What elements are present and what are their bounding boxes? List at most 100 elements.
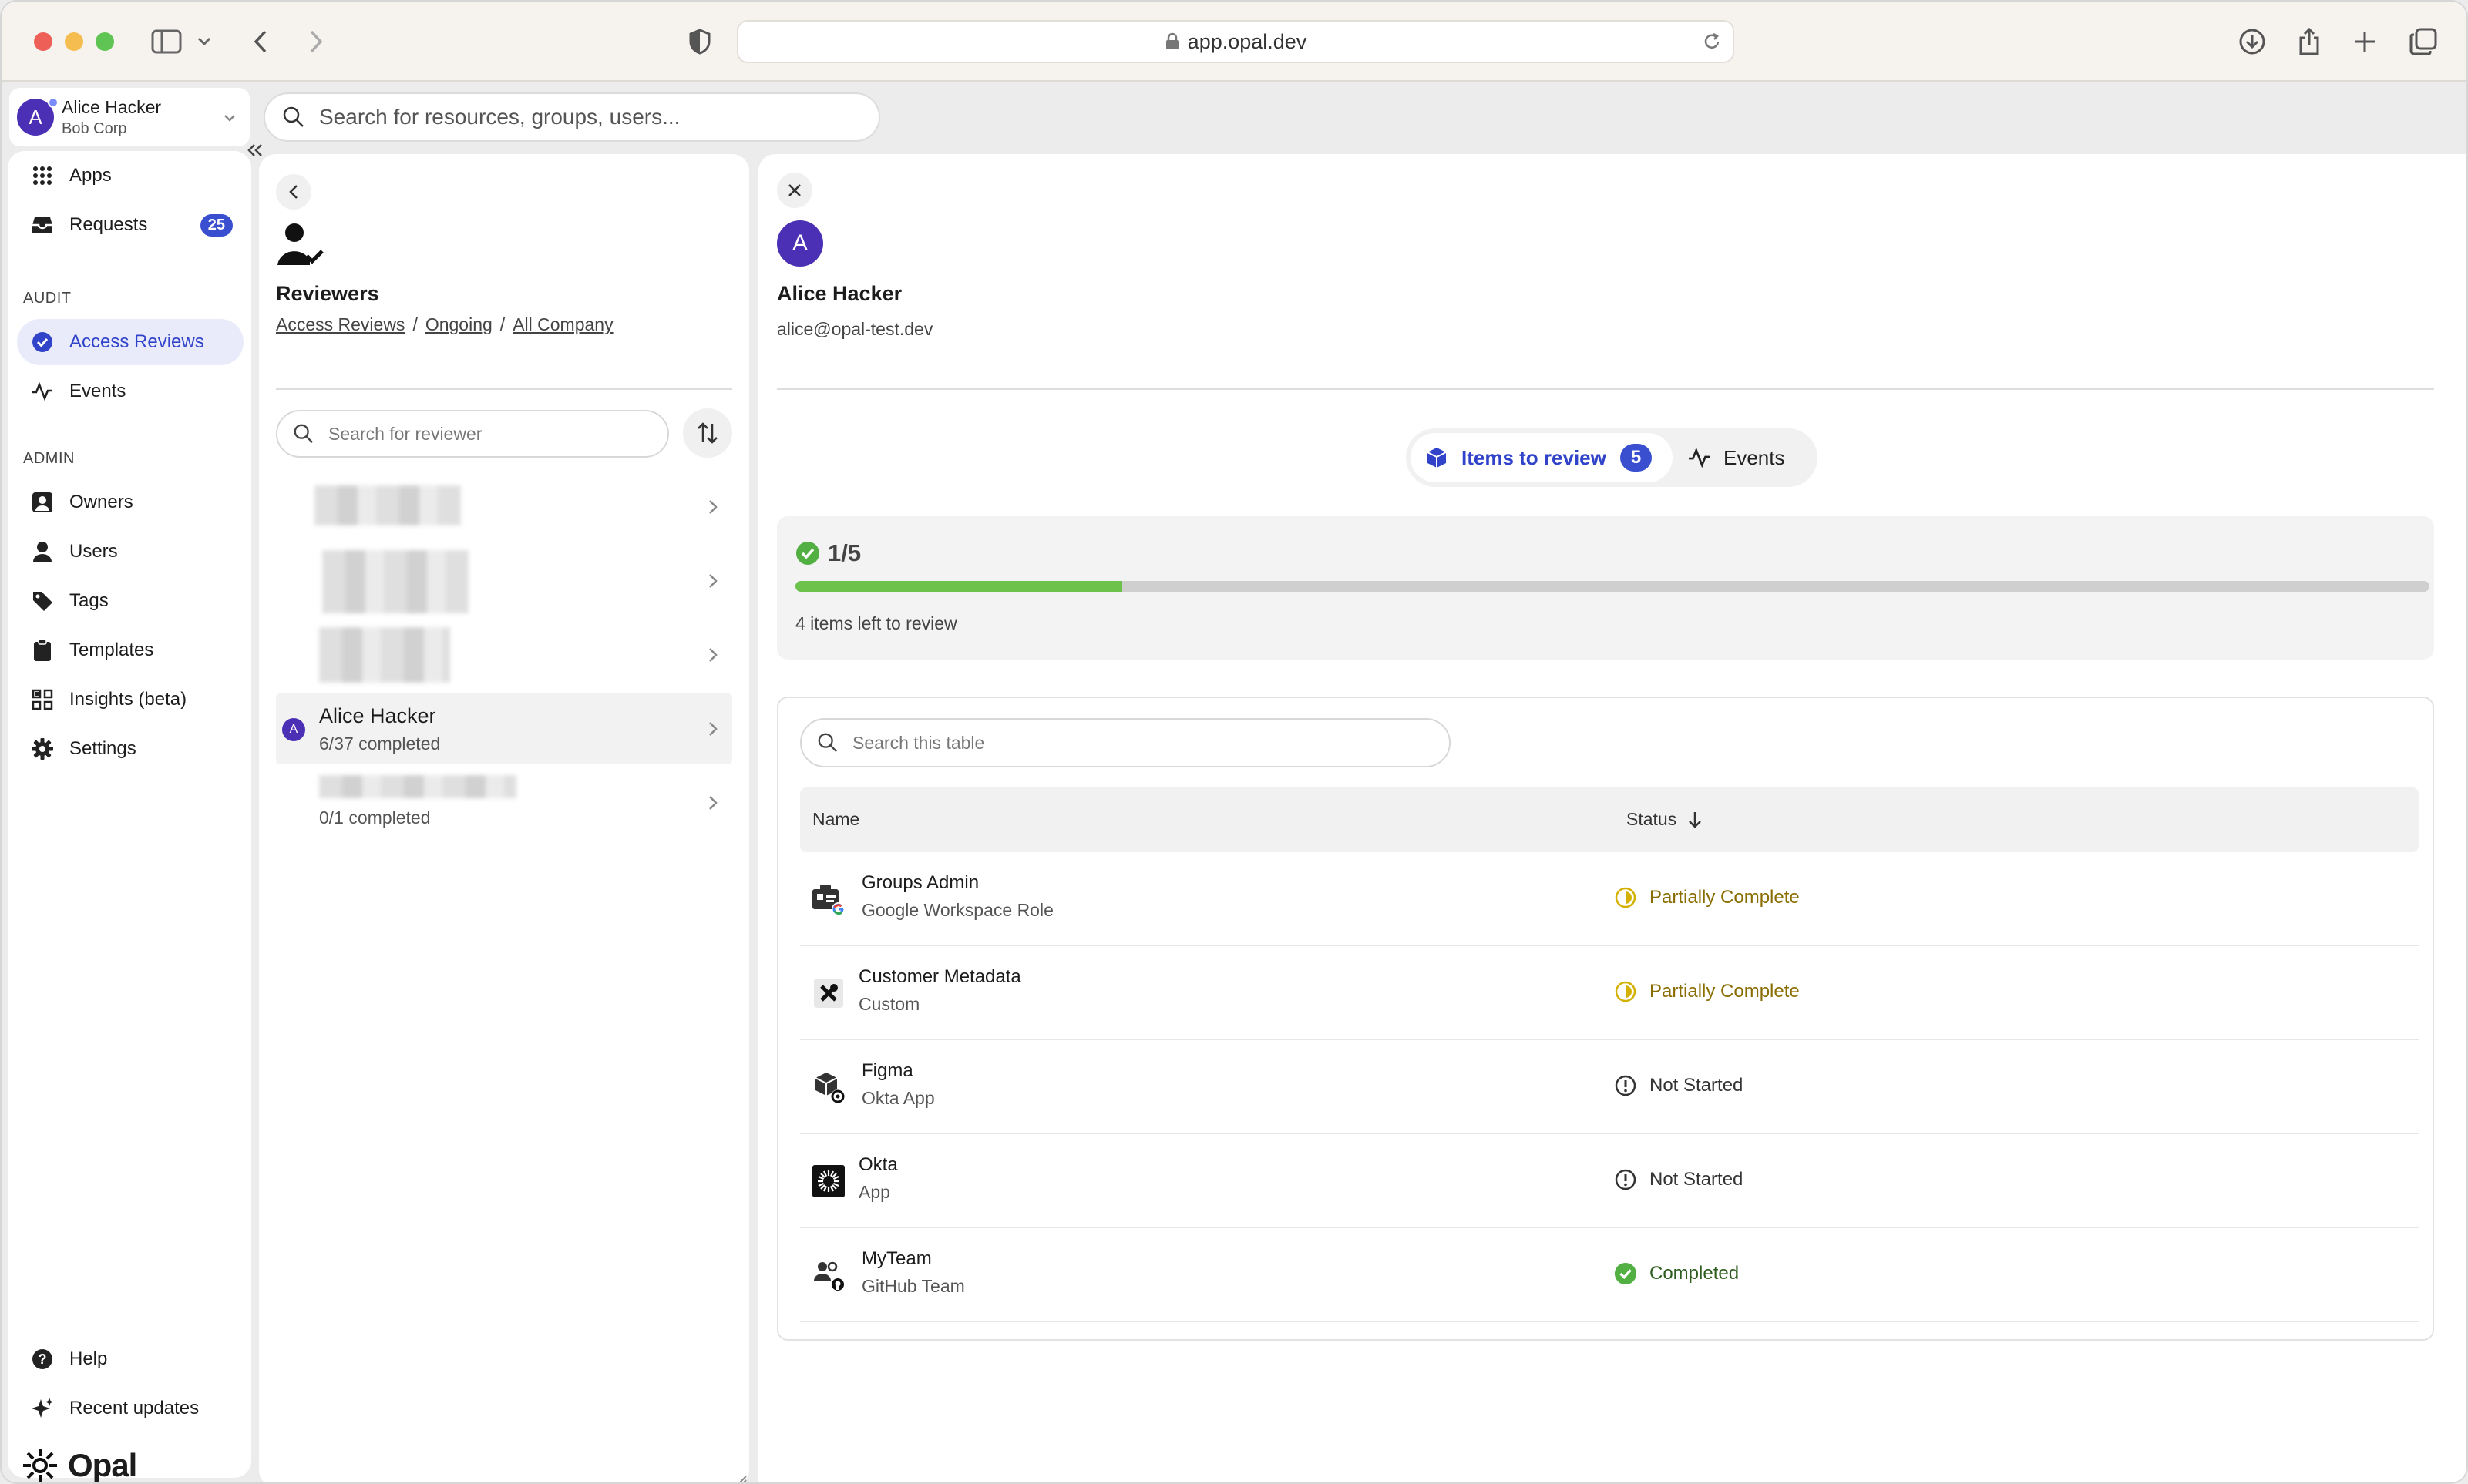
sidebar-item-label: Settings <box>69 738 136 759</box>
sidebar-item-label: Tags <box>69 590 109 611</box>
shield-icon[interactable] <box>683 25 717 59</box>
chevron-down-icon <box>224 115 235 122</box>
sort-down-icon <box>1689 811 1702 828</box>
check-circle-icon <box>796 542 819 565</box>
list-item[interactable] <box>276 472 732 542</box>
table-row[interactable]: MyTeam GitHub Team Completed <box>800 1228 2419 1322</box>
status-badge: Not Started <box>1614 1168 1743 1191</box>
status-dot <box>48 97 59 108</box>
activity-icon <box>29 378 55 405</box>
breadcrumb: Access Reviews / Ongoing / All Company <box>276 314 614 335</box>
reviewer-progress: 0/1 completed <box>319 807 431 828</box>
sidebar-item-help[interactable]: ? Help <box>17 1336 244 1382</box>
sidebar-item-events[interactable]: Events <box>17 368 244 415</box>
column-header-name[interactable]: Name <box>812 809 859 830</box>
resize-handle-icon[interactable] <box>735 1473 748 1484</box>
back-button[interactable] <box>276 174 311 210</box>
close-window-button[interactable] <box>34 32 52 51</box>
close-button[interactable] <box>777 173 812 208</box>
reviewer-search-input[interactable]: Search for reviewer <box>276 410 669 458</box>
table-row[interactable]: Customer Metadata Custom Partially Compl… <box>800 946 2419 1040</box>
sidebar-toggle-icon[interactable] <box>150 25 183 59</box>
progress-bar <box>795 581 2429 592</box>
table-row[interactable]: Groups Admin Google Workspace Role Parti… <box>800 852 2419 946</box>
status-label: Completed <box>1649 1263 1740 1284</box>
reload-icon[interactable] <box>1702 32 1722 52</box>
gear-icon <box>29 736 55 762</box>
breadcrumb-all-company[interactable]: All Company <box>513 314 613 335</box>
audit-section-header: AUDIT <box>23 290 72 307</box>
chevron-right-icon <box>709 500 718 514</box>
sidebar-item-users[interactable]: Users <box>17 529 244 575</box>
okta-icon <box>812 1165 845 1197</box>
sidebar-item-settings[interactable]: Settings <box>17 726 244 772</box>
minimize-window-button[interactable] <box>65 32 83 51</box>
tag-icon <box>29 588 55 614</box>
status-badge: Partially Complete <box>1614 886 1800 909</box>
requests-count-badge: 25 <box>200 213 233 237</box>
sidebar-item-templates[interactable]: Templates <box>17 627 244 673</box>
divider <box>777 388 2434 390</box>
item-type: GitHub Team <box>862 1276 965 1296</box>
column-header-status[interactable]: Status <box>1626 809 1703 830</box>
reviewer-progress: 6/37 completed <box>319 734 441 754</box>
github-team-icon <box>814 1261 845 1291</box>
share-icon[interactable] <box>2292 25 2326 59</box>
new-tab-icon[interactable] <box>2348 25 2382 59</box>
chevron-down-icon[interactable] <box>193 25 216 59</box>
forward-icon[interactable] <box>299 25 333 59</box>
sidebar-item-recent-updates[interactable]: Recent updates <box>17 1385 244 1432</box>
tab-items-to-review[interactable]: Items to review 5 <box>1411 433 1673 482</box>
column-header-status-label: Status <box>1626 809 1677 829</box>
cube-icon <box>1427 448 1447 468</box>
address-bar[interactable]: app.opal.dev <box>737 20 1734 63</box>
status-label: Not Started <box>1649 1169 1743 1190</box>
tab-bar: Items to review 5 Events <box>1406 428 1817 487</box>
download-icon[interactable] <box>2235 25 2269 59</box>
back-icon[interactable] <box>244 25 277 59</box>
list-item[interactable] <box>276 619 732 690</box>
sidebar-item-label: Templates <box>69 640 154 660</box>
table-row[interactable]: Okta App Not Started <box>800 1134 2419 1228</box>
tab-events[interactable]: Events <box>1688 433 1785 482</box>
breadcrumb-access-reviews[interactable]: Access Reviews <box>276 314 405 335</box>
zoom-window-button[interactable] <box>96 32 114 51</box>
alert-circle-icon <box>1615 1075 1636 1096</box>
sidebar-item-label: Help <box>69 1348 108 1369</box>
search-icon <box>818 733 838 753</box>
opal-logo[interactable]: Opal <box>20 1445 137 1483</box>
sidebar-item-requests[interactable]: Requests 25 <box>17 202 244 248</box>
inbox-icon <box>29 212 55 238</box>
avatar: A <box>777 220 823 267</box>
url-text: app.opal.dev <box>1187 29 1307 53</box>
sidebar-item-owners[interactable]: Owners <box>17 479 244 525</box>
sidebar-item-insights[interactable]: Insights (beta) <box>17 677 244 723</box>
status-label: Partially Complete <box>1649 887 1800 908</box>
list-item[interactable]: 0/1 completed <box>276 767 732 838</box>
svg-text:?: ? <box>39 1351 47 1367</box>
account-switcher[interactable]: A Alice Hacker Bob Corp <box>9 88 250 146</box>
sort-button[interactable] <box>683 408 732 458</box>
item-type: Okta App <box>862 1088 935 1108</box>
sidebar-item-access-reviews[interactable]: Access Reviews <box>17 319 244 365</box>
sidebar-item-apps[interactable]: Apps <box>17 153 244 199</box>
sidebar-item-label: Insights (beta) <box>69 689 187 710</box>
opal-logo-text: Opal <box>68 1447 137 1483</box>
list-item-selected[interactable]: A Alice Hacker 6/37 completed <box>276 693 732 764</box>
table-search-input[interactable]: Search this table <box>800 718 1451 767</box>
breadcrumb-ongoing[interactable]: Ongoing <box>425 314 493 335</box>
item-name: MyTeam <box>862 1248 932 1269</box>
tab-overview-icon[interactable] <box>2406 25 2440 59</box>
item-type: App <box>859 1182 890 1202</box>
list-item[interactable] <box>276 546 732 616</box>
global-search-input[interactable]: Search for resources, groups, users... <box>264 92 880 142</box>
sidebar-item-tags[interactable]: Tags <box>17 578 244 624</box>
progress-note: 4 items left to review <box>795 613 957 633</box>
sidebar-item-label: Events <box>69 381 126 401</box>
table-row[interactable]: Figma Okta App Not Started <box>800 1040 2419 1134</box>
account-name: Alice Hacker <box>62 97 162 117</box>
item-type: Custom <box>859 994 920 1014</box>
progress-label: 1/5 <box>828 539 862 566</box>
redacted-reviewer <box>319 775 516 798</box>
tab-label: Items to review <box>1461 445 1606 469</box>
